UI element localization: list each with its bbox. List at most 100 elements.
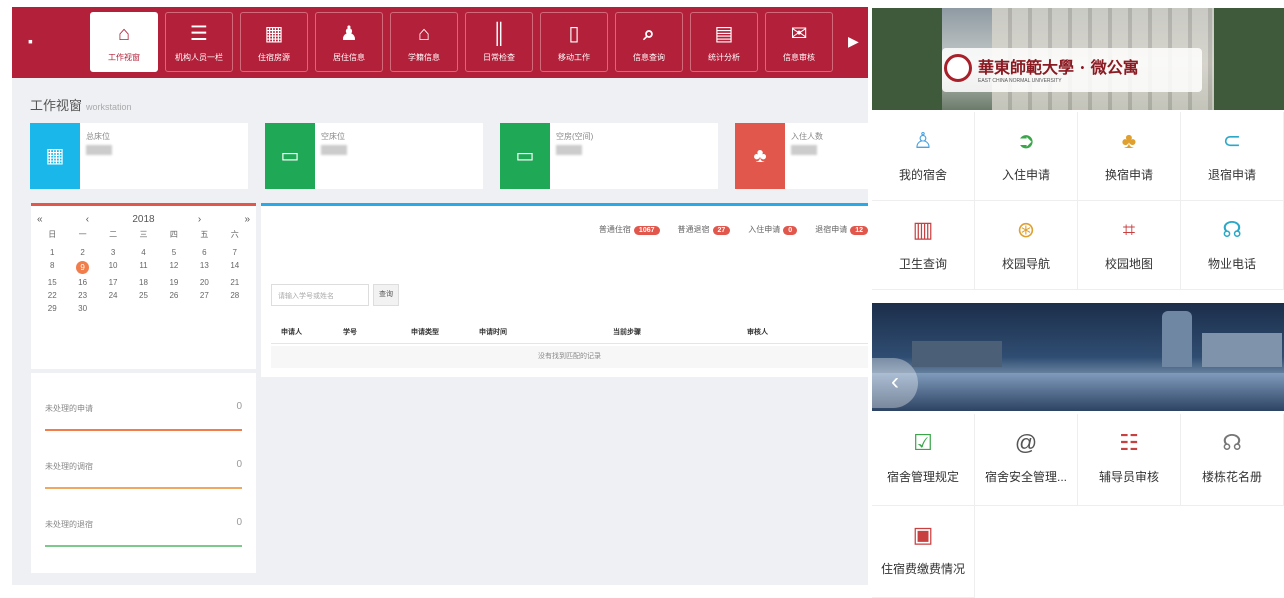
calendar-day[interactable]: 21 [220,278,250,287]
table-column-header[interactable]: 学号 [343,327,357,337]
calendar-weekday: 一 [78,230,87,239]
calendar-day[interactable]: 6 [189,248,219,257]
nav-tab[interactable]: ▤ 统计分析 [690,12,758,72]
calendar-day[interactable]: 3 [98,248,128,257]
query-button[interactable]: 查询 [373,284,399,306]
prev-year-icon[interactable]: « [37,214,43,225]
summary-card: ▦ 总床位 [30,123,248,189]
calendar-day[interactable]: 5 [159,248,189,257]
menu-icon[interactable]: ▪ [28,33,33,49]
building-silhouette [1202,333,1282,367]
badge-tab[interactable]: 入住申请 0 [748,224,798,235]
prev-month-icon[interactable]: ‹ [86,214,89,225]
nav-tab[interactable]: ║ 日常检查 [465,12,533,72]
calendar-day[interactable]: 20 [189,278,219,287]
badge-label: 入住申请 [748,225,781,234]
nav-tab-label: 住宿房源 [258,53,290,62]
table-column-header[interactable]: 申请类型 [411,327,439,337]
grid-icon: ▦ [264,23,284,45]
feature-tile[interactable]: ☑ 宿舍管理规定 [872,414,975,506]
nav-tab[interactable]: ▯ 移动工作 [540,12,608,72]
nav-next-arrow-icon[interactable]: ▶ [848,33,859,50]
feature-tile[interactable]: @ 宿舍安全管理... [975,414,1078,506]
calendar-grid: 日一二三四五六 1 2 3 4 5 6 7 8 9 10 11 12 13 14 15 16 17 18 19 20 21… [37,229,250,313]
table-column-header[interactable]: 当前步骤 [613,327,641,337]
nav-tab[interactable]: ⌂ 工作视窗 [90,12,158,72]
calendar-day[interactable]: 10 [98,261,128,274]
badge-count: 1067 [633,226,660,235]
school-name: 華東師範大學 · 微公寓 [978,58,1139,77]
calendar-day[interactable]: 1 [37,248,67,257]
calendar-day[interactable]: 13 [189,261,219,274]
nav-tab[interactable]: ▦ 住宿房源 [240,12,308,72]
people-icon: ♣ [735,123,785,189]
calendar-day[interactable]: 29 [37,304,67,313]
calendar-day[interactable]: 15 [37,278,67,287]
feature-tile[interactable]: ☷ 辅导员审核 [1078,414,1181,506]
nav-tab[interactable]: ⌂ 学籍信息 [390,12,458,72]
calendar-header: « ‹ 2018 › » [37,214,250,225]
next-year-icon[interactable]: » [244,214,250,225]
nav-tab[interactable]: ✉ 信息审核 [765,12,833,72]
calendar-day[interactable]: 28 [220,291,250,300]
stat-row[interactable]: 未处理的退宿 0 [45,489,242,547]
calendar-day[interactable]: 8 [37,261,67,274]
stat-row[interactable]: 未处理的申请 0 [45,373,242,431]
nav-tab[interactable]: ☰ 机构人员一栏 [165,12,233,72]
table-column-header[interactable]: 审核人 [747,327,768,337]
tower-silhouette [1162,311,1192,367]
calendar-day[interactable]: 9 [67,261,97,274]
calendar-day[interactable]: 14 [220,261,250,274]
badge-tab[interactable]: 普通住宿 1067 [599,224,660,235]
page-title-text: 工作视窗 [30,98,83,113]
calendar-day[interactable]: 11 [128,261,158,274]
calendar-day[interactable]: 17 [98,278,128,287]
feature-tile[interactable]: ♣ 换宿申请 [1078,112,1181,201]
calendar-day[interactable]: 4 [128,248,158,257]
nav-tab[interactable]: ⌕ 信息查询 [615,12,683,72]
calendar-day[interactable]: 12 [159,261,189,274]
feature-tile[interactable]: ▥ 卫生查询 [872,201,975,290]
feature-tile[interactable]: ➲ 入住申请 [975,112,1078,201]
calendar-day[interactable]: 24 [98,291,128,300]
school-logo: 華東師範大學 · 微公寓 EAST CHINA NORMAL UNIVERSIT… [942,48,1202,92]
calendar-day[interactable]: 22 [37,291,67,300]
school-name-english: EAST CHINA NORMAL UNIVERSITY [978,78,1062,84]
feature-tile[interactable]: ⊂ 退宿申请 [1181,112,1284,201]
calendar-day[interactable]: 26 [159,291,189,300]
campus-photo-carousel[interactable] [872,303,1284,411]
feature-tile[interactable]: ♙ 我的宿舍 [872,112,975,201]
table-column-header[interactable]: 申请时间 [479,327,507,337]
summary-card: ♣ 入住人数 [735,123,868,189]
calendar-day[interactable]: 23 [67,291,97,300]
stat-row[interactable]: 未处理的调宿 0 [45,431,242,489]
calendar-day[interactable]: 19 [159,278,189,287]
calendar-day[interactable]: 2 [67,248,97,257]
calendar-day[interactable]: 27 [189,291,219,300]
feature-tile-label: 辅导员审核 [1098,470,1159,484]
next-month-icon[interactable]: › [198,214,201,225]
feature-tile[interactable]: ☊ 楼栋花名册 [1181,414,1284,506]
page-title: 工作视窗 workstation [30,95,132,114]
apps-icon: ▦ [30,123,80,189]
table-column-header[interactable]: 申请人 [281,327,302,337]
feature-tile[interactable]: ⊛ 校园导航 [975,201,1078,290]
nav-tab[interactable]: ♟ 居住信息 [315,12,383,72]
calendar-day[interactable]: 7 [220,248,250,257]
applications-panel: 普通住宿 1067 普通退宿 27 入住申请 0 退宿申请 12 请输入学号或姓名 查询 申请… [261,203,868,377]
application-badges: 普通住宿 1067 普通退宿 27 入住申请 0 退宿申请 12 [599,224,868,235]
badge-tab[interactable]: 退宿申请 12 [815,224,868,235]
graduation-cap-icon: ⌂ [417,23,431,45]
calendar-today[interactable]: 9 [76,261,90,274]
feature-tile[interactable]: ⌗ 校园地图 [1078,201,1181,290]
calendar-day[interactable]: 16 [67,278,97,287]
search-input[interactable]: 请输入学号或姓名 [271,284,369,306]
calendar-weekday: 六 [230,230,239,239]
feature-tile[interactable]: ▣ 住宿费缴费情况 [872,506,975,598]
badge-tab[interactable]: 普通退宿 27 [678,224,731,235]
easel-icon: ▣ [912,522,934,547]
feature-tile[interactable]: ☊ 物业电话 [1181,201,1284,290]
calendar-day[interactable]: 25 [128,291,158,300]
calendar-day[interactable]: 30 [67,304,97,313]
calendar-day[interactable]: 18 [128,278,158,287]
